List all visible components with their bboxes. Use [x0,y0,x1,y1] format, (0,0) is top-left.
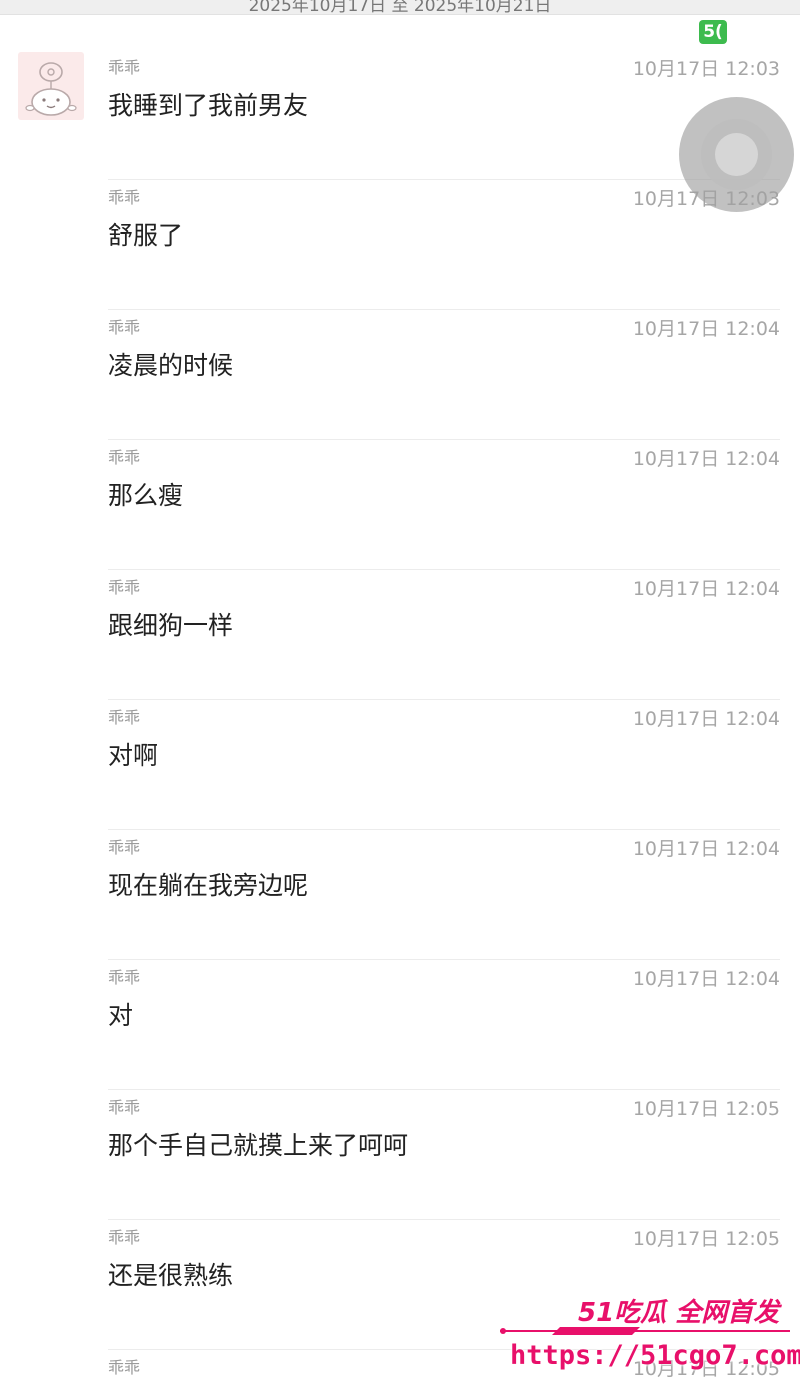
message-time: 10月17日 12:05 [632,1098,780,1120]
floating-ball-core [715,133,758,176]
message-text: 舒服了 [108,221,184,250]
message-text: 凌晨的时候 [108,351,234,380]
message-time: 10月17日 12:04 [632,318,780,340]
message-sender: 乖乖 [108,1098,141,1117]
watermark-brand: 51吃瓜 全网首发 [578,1298,780,1328]
message-text: 那么瘦 [108,481,184,510]
message-item[interactable]: 乖乖 10月17日 12:04 跟细狗一样 [108,570,780,700]
date-range-header: 2025年10月17日 至 2025年10月21日 [0,0,800,15]
message-text: 跟细狗一样 [108,611,234,640]
message-item[interactable]: 乖乖 10月17日 12:03 舒服了 [108,180,780,310]
message-sender: 乖乖 [108,188,141,207]
message-time: 10月17日 12:04 [632,708,780,730]
message-text: 那个手自己就摸上来了呵呵 [108,1131,409,1160]
message-sender: 乖乖 [108,708,141,727]
cartoon-avatar-icon [25,62,77,116]
message-item[interactable]: 乖乖 10月17日 12:04 凌晨的时候 [108,310,780,440]
message-sender: 乖乖 [108,58,141,77]
message-text: 我睡到了我前男友 [108,91,309,120]
message-text: 对 [108,1001,134,1030]
message-item[interactable]: 乖乖 10月17日 12:05 那个手自己就摸上来了呵呵 [108,1090,780,1220]
unread-badge: 5( [699,20,727,44]
message-sender: 乖乖 [108,968,141,987]
message-time: 10月17日 12:04 [632,578,780,600]
message-item[interactable]: 乖乖 10月17日 12:04 对 [108,960,780,1090]
message-sender: 乖乖 [108,318,141,337]
message-sender: 乖乖 [108,448,141,467]
message-time: 10月17日 12:03 [632,58,780,80]
message-item[interactable]: 乖乖 10月17日 12:04 现在躺在我旁边呢 [108,830,780,960]
avatar[interactable] [18,52,84,120]
watermark-line-icon [500,1327,790,1335]
message-sender: 乖乖 [108,1228,141,1247]
message-item[interactable]: 乖乖 10月17日 12:04 那么瘦 [108,440,780,570]
message-sender: 乖乖 [108,1358,141,1377]
message-sender: 乖乖 [108,578,141,597]
watermark-url: https://51cgo7.com [510,1340,800,1371]
message-time: 10月17日 12:05 [632,1228,780,1250]
message-text: 还是很熟练 [108,1261,234,1290]
message-sender: 乖乖 [108,838,141,857]
message-time: 10月17日 12:04 [632,838,780,860]
floating-ball-icon[interactable] [679,97,794,212]
message-time: 10月17日 12:04 [632,448,780,470]
message-text: 对啊 [108,741,159,770]
message-item[interactable]: 乖乖 10月17日 12:04 对啊 [108,700,780,830]
date-range-text: 2025年10月17日 至 2025年10月21日 [248,0,552,15]
message-text: 现在躺在我旁边呢 [108,871,309,900]
message-time: 10月17日 12:04 [632,968,780,990]
